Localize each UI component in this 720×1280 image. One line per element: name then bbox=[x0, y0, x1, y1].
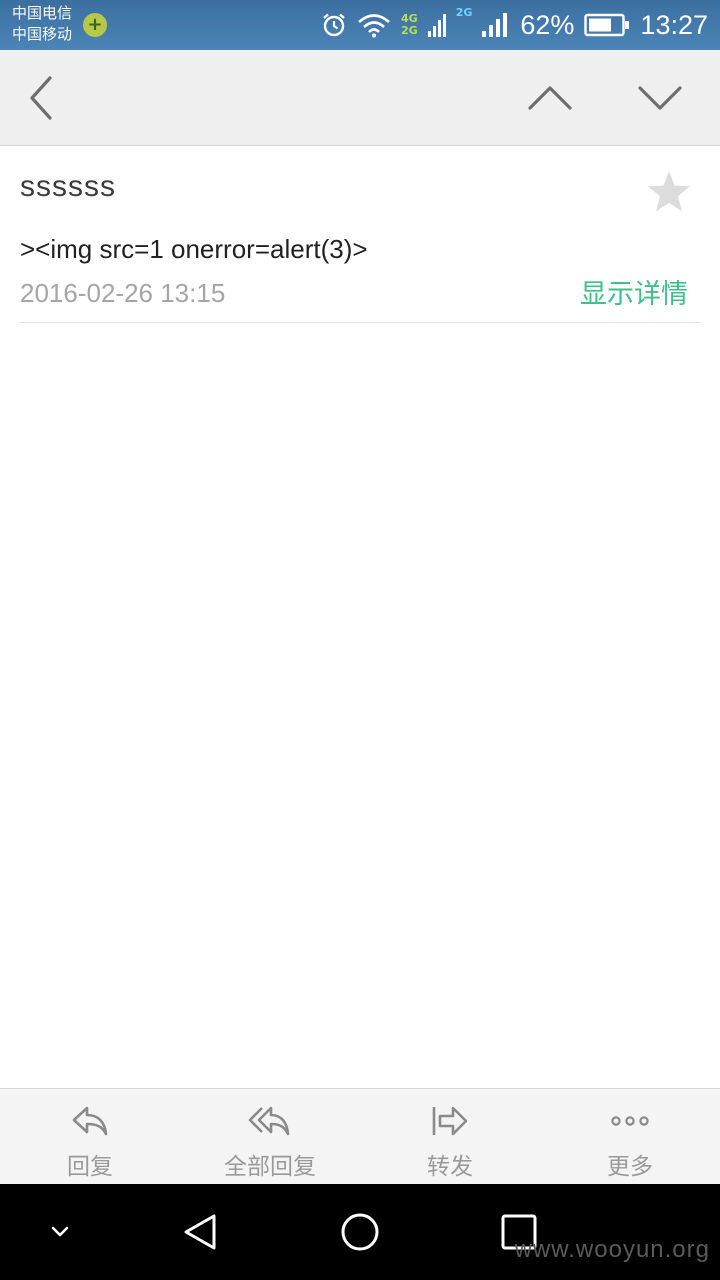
star-icon[interactable] bbox=[645, 168, 693, 216]
wifi-icon bbox=[358, 14, 390, 38]
net-2g-label: 2G bbox=[401, 24, 418, 37]
reply-icon bbox=[72, 1106, 108, 1136]
reply-button[interactable]: 回复 bbox=[0, 1089, 180, 1185]
next-icon[interactable] bbox=[636, 80, 684, 116]
battery-icon bbox=[584, 13, 630, 37]
action-bar bbox=[0, 50, 720, 146]
forward-button[interactable]: 转发 bbox=[360, 1089, 540, 1185]
clock: 13:27 bbox=[640, 9, 708, 40]
email-sender: ><img src=1 onerror=alert(3)> bbox=[20, 234, 368, 264]
header-divider bbox=[20, 322, 700, 323]
signal-icon bbox=[427, 14, 446, 37]
more-icon bbox=[611, 1116, 649, 1126]
alarm-icon bbox=[323, 13, 345, 37]
more-label: 更多 bbox=[607, 1154, 653, 1180]
reply-all-label: 全部回复 bbox=[224, 1154, 316, 1180]
bottom-toolbar: 回复 全部回复 转发 更多 bbox=[0, 1088, 720, 1184]
email-subject: ssssss bbox=[20, 170, 116, 203]
net-2g-label-secondary: 2G bbox=[455, 6, 473, 19]
show-details-link[interactable]: 显示详情 bbox=[580, 272, 688, 311]
watermark: www.wooyun.org bbox=[514, 1236, 710, 1263]
forward-icon bbox=[432, 1106, 468, 1136]
carrier-names: 中国电信 中国移动 bbox=[12, 3, 72, 45]
nav-back-icon[interactable] bbox=[180, 1212, 220, 1252]
carrier-app-icon: + bbox=[83, 13, 107, 37]
more-button[interactable]: 更多 bbox=[540, 1089, 720, 1185]
reply-label: 回复 bbox=[67, 1154, 113, 1180]
battery-percent: 62% bbox=[520, 9, 575, 40]
signal-icon-secondary bbox=[482, 13, 508, 37]
reply-all-button[interactable]: 全部回复 bbox=[180, 1089, 360, 1185]
previous-icon[interactable] bbox=[526, 80, 574, 116]
forward-label: 转发 bbox=[427, 1154, 473, 1180]
carrier-2: 中国移动 bbox=[12, 25, 73, 43]
system-nav-bar bbox=[0, 1184, 720, 1280]
status-bar: 中国电信 中国移动 + 4G 2G 2G 62% 13:27 bbox=[0, 0, 720, 50]
email-date: 2016-02-26 13:15 bbox=[20, 278, 226, 308]
carrier-1: 中国电信 bbox=[12, 4, 73, 22]
status-indicators: 4G 2G 2G 62% 13:27 bbox=[321, 0, 708, 50]
home-icon[interactable] bbox=[340, 1212, 380, 1252]
network-type-tags: 4G 2G bbox=[401, 13, 418, 37]
hide-keyboard-icon[interactable] bbox=[48, 1222, 72, 1242]
reply-all-icon bbox=[248, 1106, 290, 1136]
back-icon[interactable] bbox=[22, 72, 62, 124]
